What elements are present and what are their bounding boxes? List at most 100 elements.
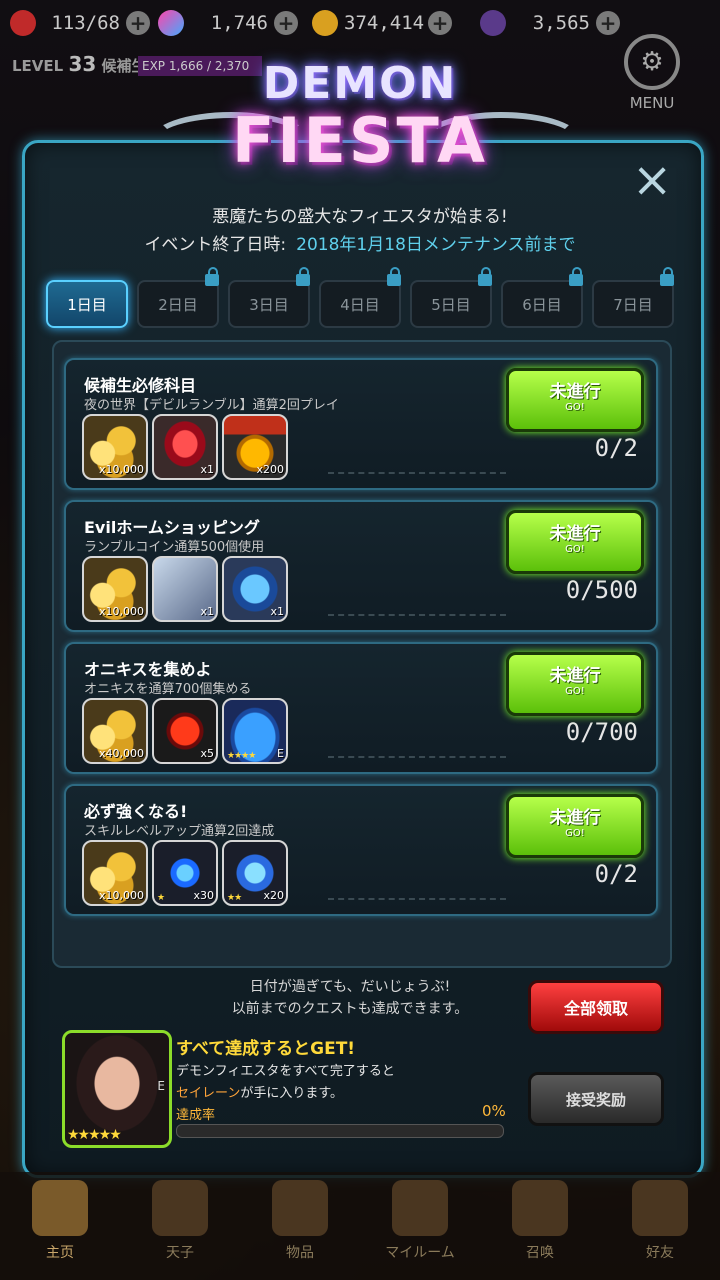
medal-reward-icon[interactable]: x200 — [222, 414, 288, 480]
tab-day-2[interactable]: 2日目 — [137, 267, 219, 328]
hearts-resource: 113/68 + — [10, 8, 150, 38]
lock-icon — [478, 267, 492, 286]
ticket-reward-icon[interactable]: x1 — [222, 556, 288, 622]
gold-plus-button[interactable]: + — [428, 11, 452, 35]
completion-rate-bar — [176, 1124, 504, 1138]
nav-myroom[interactable]: マイルーム — [370, 1180, 470, 1262]
card-reward-icon[interactable]: x1 — [152, 556, 218, 622]
tab-day-3[interactable]: 3日目 — [228, 267, 310, 328]
potion-icon — [512, 1180, 568, 1236]
quest-title: オニキスを集めよ — [84, 660, 212, 679]
quest-title: Evilホームショッピング — [84, 518, 260, 537]
level-prefix: LEVEL — [12, 57, 64, 75]
nav-angel[interactable]: 天子 — [130, 1180, 230, 1262]
quest-progress: 0/500 — [565, 576, 638, 604]
lock-icon — [296, 267, 310, 286]
quest-rewards: x10,000 x1 x200 — [82, 414, 288, 480]
reward-qty: x40,000 — [99, 747, 144, 760]
demon-icon — [480, 10, 506, 36]
nav-label: マイルーム — [385, 1245, 455, 1261]
bonus-line1: デモンフィエスタをすべて完了すると — [176, 1064, 395, 1079]
logo-line2: FIESTA — [232, 104, 488, 177]
crystal-reward-icon[interactable]: x20 ★★ — [222, 840, 288, 906]
nav-summon[interactable]: 召唤 — [490, 1180, 590, 1262]
quest-rewards: x10,000 x1 x1 — [82, 556, 288, 622]
gems-resource: 1,746 + — [158, 8, 298, 38]
quest-rewards: x40,000 x5 E ★★★★ — [82, 698, 288, 764]
tab-label: 3日目 — [249, 295, 289, 314]
event-logo: DEMON FIESTA — [175, 58, 545, 198]
logo-line1: DEMON — [262, 58, 458, 109]
quest-title: 必ず強くなる! — [84, 802, 188, 821]
quest-card: 必ず強くなる! スキルレベルアップ通算2回達成 x10,000 x30 ★ x20… — [64, 784, 658, 916]
hero-stars: ★★★★★ — [67, 1127, 122, 1143]
close-button[interactable]: × — [632, 156, 672, 204]
tab-label: 2日目 — [158, 295, 198, 314]
hero-portrait[interactable]: E ★★★★★ — [62, 1030, 172, 1148]
accept-reward-button[interactable]: 接受奖励 — [528, 1072, 664, 1126]
claim-all-button[interactable]: 全部领取 — [528, 980, 664, 1034]
coin-reward-icon[interactable]: x10,000 — [82, 414, 148, 480]
go-button-sub: GO! — [565, 544, 585, 555]
go-button[interactable]: 未進行 GO! — [506, 652, 644, 716]
go-button-label: 未進行 — [549, 382, 601, 402]
tab-day-4[interactable]: 4日目 — [319, 267, 401, 328]
quest-subtitle: 夜の世界【デビルランブル】通算2回プレイ — [84, 398, 339, 413]
go-button[interactable]: 未進行 GO! — [506, 368, 644, 432]
bonus-hero-name: セイレーン — [176, 1086, 241, 1101]
orb-reward-icon[interactable]: x30 ★ — [152, 840, 218, 906]
gold-icon — [312, 10, 338, 36]
nav-label: 主页 — [46, 1245, 74, 1261]
lock-icon — [387, 267, 401, 286]
reward-stars: ★ — [157, 893, 165, 903]
hearts-plus-button[interactable]: + — [126, 11, 150, 35]
completion-rate-label: 達成率 — [176, 1108, 216, 1123]
gold-value: 374,414 — [344, 12, 425, 34]
slime-reward-icon[interactable]: E ★★★★ — [222, 698, 288, 764]
gems-plus-button[interactable]: + — [274, 11, 298, 35]
quest-progress: 0/2 — [594, 860, 638, 888]
menu-label: MENU — [629, 94, 675, 112]
progress-divider — [328, 472, 506, 474]
reward-qty: x1 — [200, 605, 214, 618]
tab-day-6[interactable]: 6日目 — [501, 267, 583, 328]
tab-day-5[interactable]: 5日目 — [410, 267, 492, 328]
gem-reward-icon[interactable]: x1 — [152, 414, 218, 480]
reward-qty: x1 — [270, 605, 284, 618]
items-plus-button[interactable]: + — [596, 11, 620, 35]
deadline-date: 2018年1月18日メンテナンス前まで — [296, 235, 576, 255]
heart-icon — [10, 10, 36, 36]
menu-button[interactable]: ⚙ MENU — [622, 34, 682, 112]
quest-progress: 0/2 — [594, 434, 638, 462]
lock-icon — [660, 267, 674, 286]
heart-reward-icon[interactable]: x5 — [152, 698, 218, 764]
tab-day-7[interactable]: 7日目 — [592, 267, 674, 328]
reward-qty: x30 — [193, 889, 214, 902]
reward-qty: x20 — [263, 889, 284, 902]
go-button[interactable]: 未進行 GO! — [506, 510, 644, 574]
coin-reward-icon[interactable]: x40,000 — [82, 698, 148, 764]
nav-friends[interactable]: 好友 — [610, 1180, 710, 1262]
flame-icon — [152, 1180, 208, 1236]
go-button[interactable]: 未進行 GO! — [506, 794, 644, 858]
sword-icon — [272, 1180, 328, 1236]
tab-label: 5日目 — [431, 295, 471, 314]
event-deadline: イベント終了日時: 2018年1月18日メンテナンス前まで — [0, 230, 720, 255]
nav-label: 物品 — [286, 1245, 314, 1261]
coin-reward-icon[interactable]: x10,000 — [82, 556, 148, 622]
bonus-line2-rest: が手に入ります。 — [240, 1086, 344, 1101]
go-button-label: 未進行 — [549, 808, 601, 828]
reward-stars: ★★ — [227, 893, 242, 903]
reward-qty: x200 — [256, 463, 284, 476]
reward-stars: ★★★★ — [227, 751, 256, 761]
reward-qty: x10,000 — [99, 605, 144, 618]
coin-reward-icon[interactable]: x10,000 — [82, 840, 148, 906]
nav-home[interactable]: 主页 — [10, 1180, 110, 1262]
nav-items[interactable]: 物品 — [250, 1180, 350, 1262]
tab-day-1[interactable]: 1日目 — [46, 280, 128, 328]
quest-subtitle: オニキスを通算700個集める — [84, 682, 252, 697]
event-intro: 悪魔たちの盛大なフィエスタが始まる! — [212, 207, 508, 227]
quest-progress: 0/700 — [565, 718, 638, 746]
lock-icon — [205, 267, 219, 286]
quest-card: 候補生必修科目 夜の世界【デビルランブル】通算2回プレイ x10,000 x1 … — [64, 358, 658, 490]
